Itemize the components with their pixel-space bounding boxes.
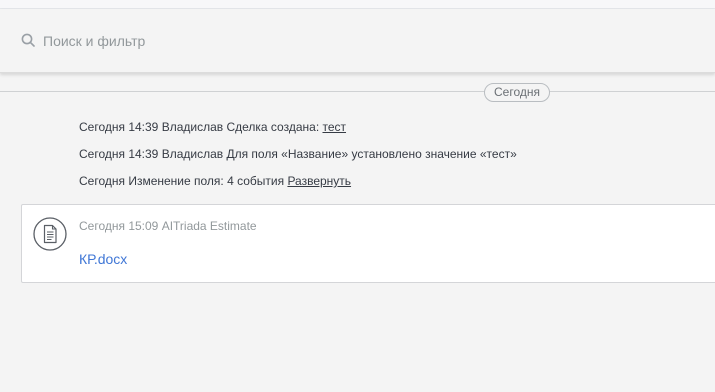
note-header: Сегодня 15:09 AITriada Estimate [79, 219, 257, 233]
date-divider-line [0, 91, 715, 92]
event-text: Сегодня Изменение поля: 4 события [79, 174, 288, 188]
search-icon[interactable] [21, 33, 35, 47]
date-divider-badge: Сегодня [484, 83, 550, 102]
top-strip [0, 0, 715, 9]
file-note-card: Сегодня 15:09 AITriada Estimate КР.docx [21, 204, 715, 283]
search-bar [0, 9, 715, 73]
event-text: Сегодня 14:39 Владислав Сделка создана: [79, 120, 323, 134]
search-input[interactable] [43, 31, 683, 51]
feed-event-deal-created: Сегодня 14:39 Владислав Сделка создана: … [79, 120, 346, 134]
feed-event-field-changes: Сегодня Изменение поля: 4 события Развер… [79, 174, 351, 188]
expand-link[interactable]: Развернуть [287, 174, 351, 188]
deal-name-link[interactable]: тест [322, 120, 346, 134]
lead-feed-page: Сегодня Сегодня 14:39 Владислав Сделка с… [0, 0, 715, 392]
file-link[interactable]: КР.docx [79, 251, 127, 267]
feed-event-field-set: Сегодня 14:39 Владислав Для поля «Назван… [79, 147, 517, 161]
event-text: Сегодня 14:39 Владислав Для поля «Назван… [79, 147, 517, 161]
document-icon [33, 217, 67, 251]
